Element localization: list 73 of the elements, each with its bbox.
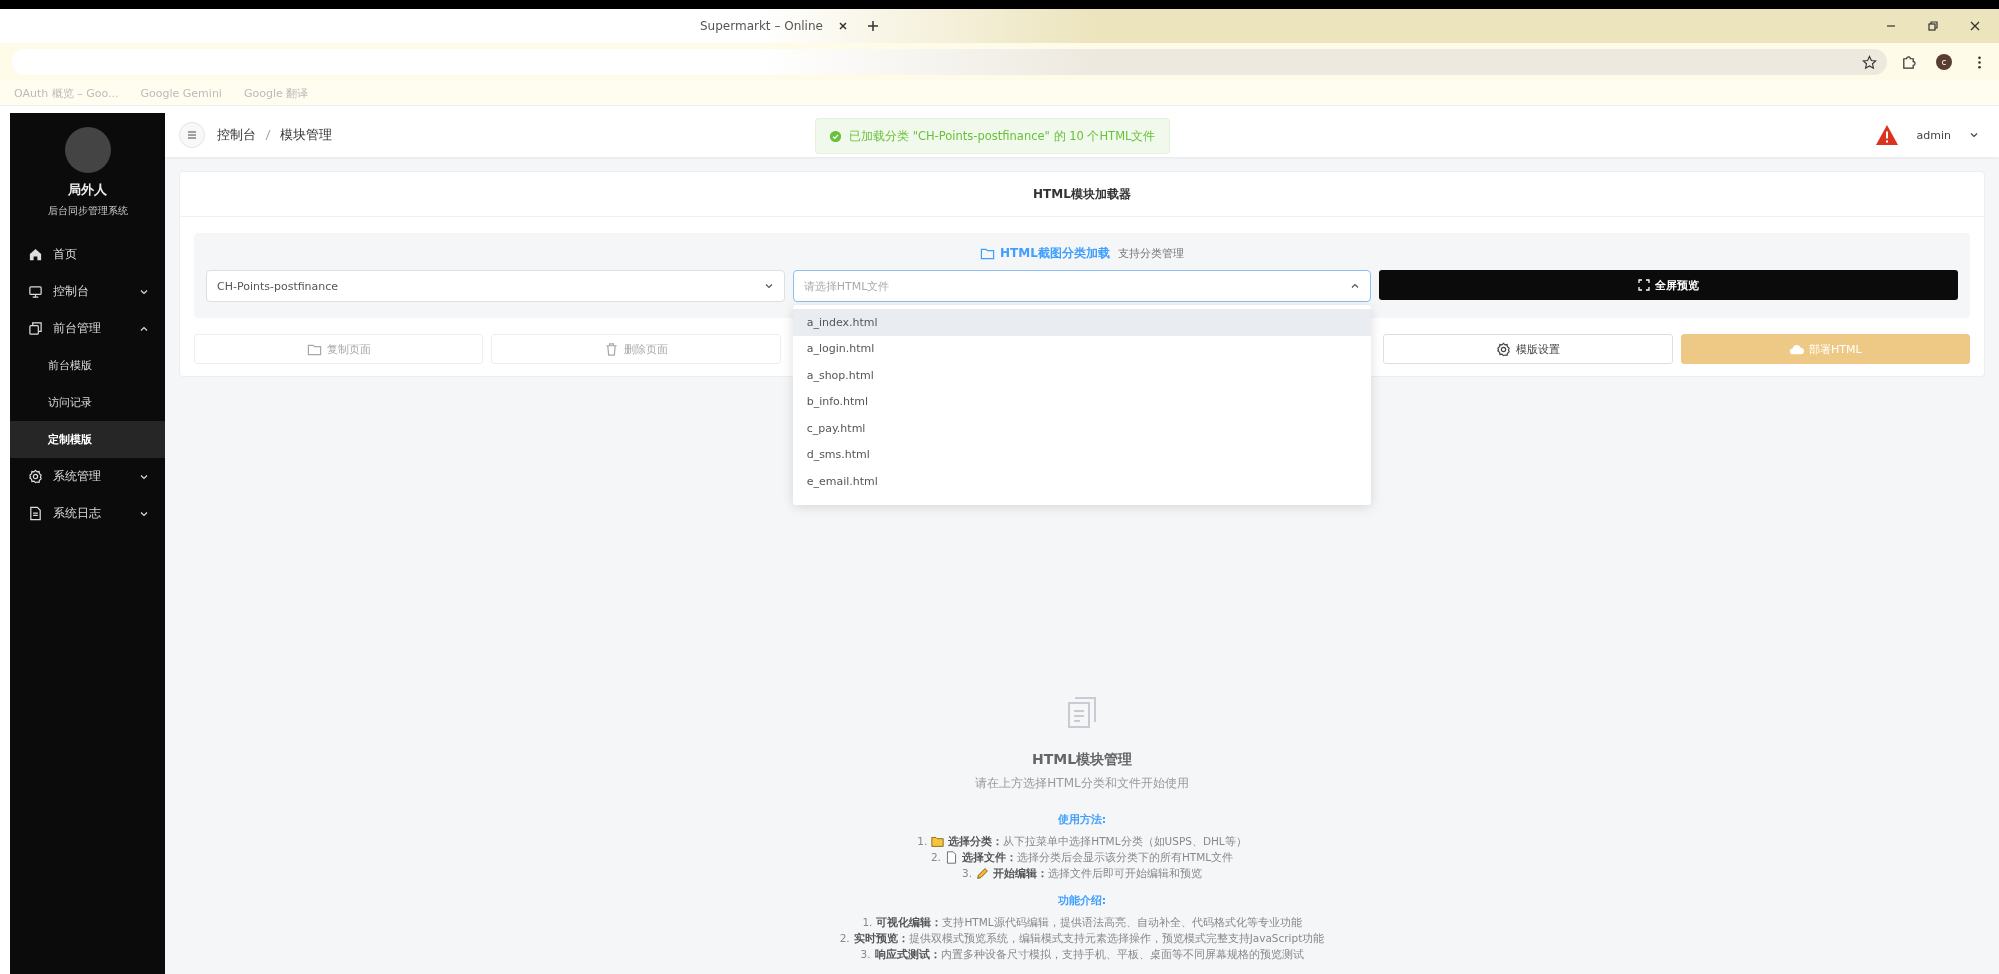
page-icon [944, 850, 958, 864]
check-circle-icon [830, 130, 841, 142]
sidebar-item[interactable]: 系统日志 [10, 495, 165, 532]
doc-icon [28, 506, 43, 521]
feature-item: 可视化编辑：支持HTML源代码编辑，提供语法高亮、自动补全、代码格式化等专业功能 [876, 915, 1302, 930]
warning-icon[interactable] [1874, 124, 1899, 146]
folder-icon [980, 246, 996, 261]
profile-avatar[interactable]: c [1936, 54, 1952, 70]
breadcrumb-link[interactable]: 控制台 [217, 126, 256, 144]
sidebar-subitem[interactable]: 前台模版 [10, 347, 165, 384]
usage-step: 选择文件：选择分类后会显示该分类下的所有HTML文件 [961, 849, 1234, 865]
dropdown-option[interactable]: a_shop.html [792, 362, 1372, 389]
system-subtitle: 后台同步管理系统 [46, 204, 129, 218]
category-select[interactable]: CH-Points-postfinance [206, 270, 785, 302]
folder-icon [931, 834, 945, 848]
close-icon[interactable] [1969, 20, 1981, 32]
success-toast: 已加载分类 "CH-Points-postfinance" 的 10 个HTML文件 [815, 118, 1171, 154]
section-hint: 支持分类管理 [1117, 246, 1184, 261]
home-icon [28, 247, 43, 262]
empty-title: HTML模块管理 [1031, 751, 1133, 769]
features-heading: 功能介绍: [1057, 893, 1107, 908]
dropdown-option[interactable]: c_pay.html [792, 415, 1372, 442]
usage-step: 选择分类：从下拉菜单中选择HTML分类（如USPS、DHL等） [948, 833, 1247, 849]
puzzle-icon[interactable] [1901, 54, 1916, 70]
sidebar-subitem[interactable]: 访问记录 [10, 384, 165, 421]
browser-tab[interactable]: Supermarkt – Online [690, 19, 859, 33]
list-number: 1. [917, 834, 928, 849]
avatar [64, 127, 111, 173]
fullscreen-icon [1638, 279, 1651, 291]
copy-icon [28, 321, 43, 336]
chevron-down-icon [763, 281, 774, 291]
list-number: 3. [962, 866, 972, 881]
chevron-up-icon [1350, 281, 1361, 291]
sidebar-item[interactable]: 前台管理 [10, 310, 165, 347]
sidebar-subitem[interactable]: 定制模版 [10, 421, 165, 458]
gear-icon [1496, 341, 1511, 357]
breadcrumb-current: 模块管理 [280, 126, 332, 144]
card-title: HTML模块加载器 [180, 172, 1984, 217]
star-icon[interactable] [1862, 54, 1877, 70]
dropdown-option[interactable]: b_info.html [792, 388, 1372, 415]
list-number: 2. [930, 850, 941, 865]
usage-heading: 使用方法: [1057, 812, 1107, 827]
sidebar-item[interactable]: 系统管理 [10, 458, 165, 495]
restore-icon[interactable] [1927, 20, 1939, 32]
trash-icon [604, 341, 619, 357]
empty-subtitle: 请在上方选择HTML分类和文件开始使用 [975, 775, 1189, 792]
feature-item: 响应式测试：内置多种设备尺寸模拟，支持手机、平板、桌面等不同屏幕规格的预览测试 [874, 947, 1304, 962]
user-menu[interactable]: admin [1916, 128, 1951, 142]
list-number: 3. [860, 947, 871, 962]
action-button[interactable]: 模版设置 [1383, 334, 1673, 364]
sidebar-item[interactable]: 首页 [10, 236, 165, 273]
user-name: 局外人 [67, 181, 108, 199]
chevron-down-icon [1969, 130, 1979, 140]
dropdown-option[interactable]: a_login.html [792, 335, 1372, 362]
sidebar-item[interactable]: 控制台 [10, 273, 165, 310]
dropdown-option[interactable]: d_sms.html [792, 441, 1372, 468]
dropdown-option[interactable]: a_index.html [792, 309, 1372, 336]
feature-item: 实时预览：提供双模式预览系统，编辑模式支持元素选择操作，预览模式完整支持JavaScript功能 [853, 931, 1325, 946]
usage-step: 开始编辑：选择文件后即可开始编辑和预览 [993, 865, 1202, 881]
monitor-icon [28, 284, 43, 299]
list-number: 2. [839, 931, 850, 946]
pencil-icon [976, 866, 989, 880]
section-title: HTML截图分类加载 [980, 245, 1110, 262]
menu-icon [186, 129, 198, 141]
new-tab-icon[interactable] [866, 20, 879, 32]
documents-icon [1065, 695, 1099, 729]
fullscreen-button[interactable]: 全屏预览 [1379, 270, 1958, 300]
list-number: 1. [862, 915, 873, 930]
dropdown-option[interactable]: e_email.html [792, 468, 1372, 495]
menu-button[interactable] [179, 122, 205, 148]
close-tab-icon[interactable] [836, 20, 849, 32]
gear-icon [28, 469, 43, 484]
breadcrumb-separator [265, 129, 271, 141]
